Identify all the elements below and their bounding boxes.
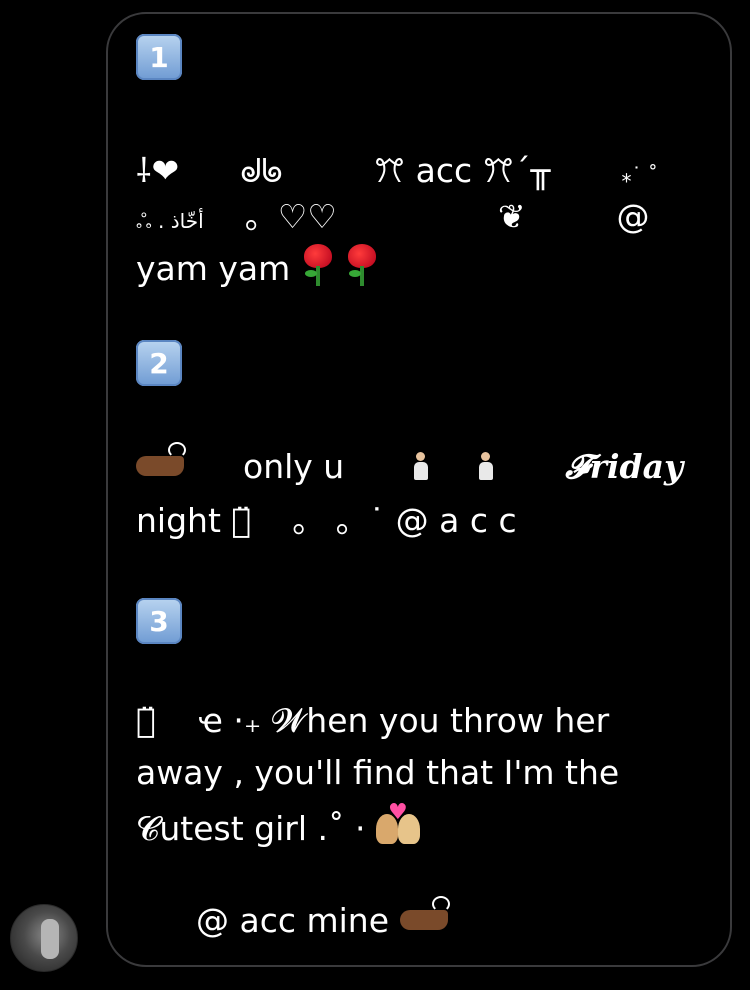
avatar[interactable] bbox=[10, 904, 78, 972]
chat-screen: 1 ⸸❤︎ ᖙᖚ ꔫ acc ꔫ´╥ ⁎˙ ˚ ஃ . أخّاذ 。♡♡ ❦ … bbox=[0, 0, 750, 990]
kneeling-person-icon bbox=[478, 452, 494, 482]
section1-line1: ⸸❤︎ ᖙᖚ ꔫ acc ꔫ´╥ ⁎˙ ˚ bbox=[136, 154, 658, 187]
only-u-text: only u bbox=[243, 447, 345, 486]
acc-mine-text: @ acc mine bbox=[196, 901, 390, 940]
hearts-text: 。♡♡ bbox=[244, 197, 337, 236]
decor-symbols: ᖙᖚ bbox=[240, 151, 283, 190]
cutest-girl-text: 𝓒utest girl .˚ · bbox=[136, 809, 366, 848]
section2-line1: only u 𝓕riday bbox=[136, 442, 684, 486]
yam-yam-text: yam yam bbox=[136, 249, 291, 288]
pointing-hand-icon bbox=[136, 442, 186, 476]
rose-icon bbox=[345, 244, 379, 286]
floral-heart-symbol: ❦ bbox=[497, 197, 526, 236]
when-text: ҽ ·₊ 𝓦hen you throw her bbox=[198, 701, 610, 740]
section3-line3: 𝓒utest girl .˚ · ♥ bbox=[136, 802, 422, 848]
section3-line2: away , you'll find that I'm the bbox=[136, 756, 619, 789]
keycap-1-badge: 1 bbox=[136, 34, 182, 80]
keycap-3-badge: 3 bbox=[136, 598, 182, 644]
badge-number: 2 bbox=[149, 346, 169, 380]
section3-line4: @ acc mine bbox=[196, 896, 450, 940]
section2-line2: night ⓪̈ 。 。˙ @ a c c bbox=[136, 504, 517, 537]
at-symbol: @ bbox=[616, 197, 650, 236]
friday-text: 𝓕riday bbox=[565, 447, 684, 486]
away-text: away , you'll find that I'm the bbox=[136, 753, 620, 792]
dot-symbols: ⁎˙ ˚ bbox=[621, 163, 658, 187]
badge-number: 3 bbox=[149, 604, 169, 638]
ring-symbol: ⓪̈ bbox=[136, 701, 156, 740]
acc-spaced-text: 。 。˙ @ a c c bbox=[292, 501, 517, 540]
badge-number: 1 bbox=[149, 40, 169, 74]
section1-line3: yam yam bbox=[136, 244, 379, 286]
night-text: night ⓪̈ bbox=[136, 501, 252, 540]
couple-with-heart-icon: ♥ bbox=[375, 802, 422, 846]
acc-text: ꔫ acc ꔫ´╥ bbox=[373, 151, 551, 190]
pointing-hand-icon bbox=[399, 896, 450, 930]
message-bubble[interactable]: 1 ⸸❤︎ ᖙᖚ ꔫ acc ꔫ´╥ ⁎˙ ˚ ஃ . أخّاذ 。♡♡ ❦ … bbox=[106, 12, 732, 967]
keycap-2-badge: 2 bbox=[136, 340, 182, 386]
section1-line2: ஃ . أخّاذ 。♡♡ ❦ @ bbox=[136, 200, 650, 233]
rose-icon bbox=[301, 244, 335, 286]
cross-heart-symbols: ⸸❤︎ bbox=[136, 151, 180, 190]
arabic-text: ஃ . أخّاذ bbox=[136, 209, 204, 233]
section3-line1: ⓪̈ ҽ ·₊ 𝓦hen you throw her bbox=[136, 704, 609, 737]
kneeling-person-icon bbox=[413, 452, 429, 482]
